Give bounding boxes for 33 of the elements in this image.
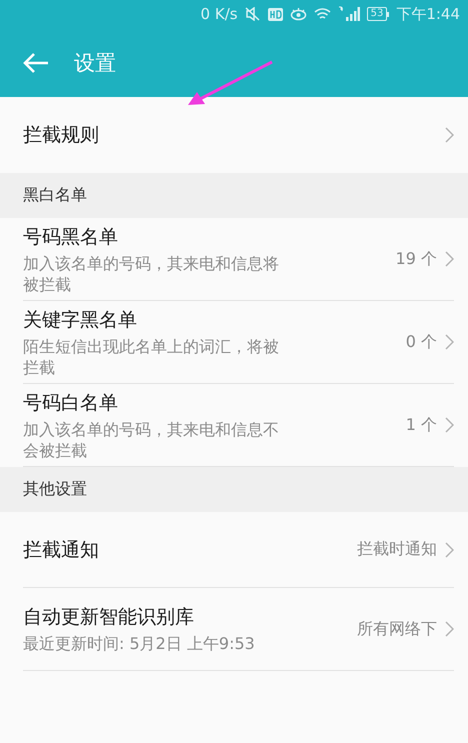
signal-icon	[338, 6, 360, 22]
chevron-right-icon	[445, 127, 454, 143]
setting-title: 关键字黑名单	[23, 308, 138, 332]
eye-icon	[290, 7, 307, 21]
setting-value: 0 个	[406, 332, 437, 352]
setting-title: 自动更新智能识别库	[23, 605, 195, 630]
setting-description: 加入该名单的号码，其来电和信息不会被拦截	[23, 418, 280, 460]
setting-description: 陌生短信出现此名单上的词汇，将被拦截	[23, 336, 280, 378]
section-header: 其他设置	[0, 467, 468, 512]
setting-value: 所有网络下	[357, 618, 437, 640]
setting-value: 19 个	[396, 248, 437, 270]
setting-title: 拦截规则	[23, 123, 100, 148]
chevron-right-icon	[445, 334, 454, 350]
chevron-right-icon	[445, 251, 454, 267]
setting-title: 号码黑名单	[23, 224, 119, 250]
setting-title: 号码白名单	[23, 390, 119, 416]
clock: 下午1:44	[396, 4, 460, 24]
page-title: 设置	[74, 50, 116, 76]
chevron-right-icon	[445, 621, 454, 637]
mute-icon	[244, 7, 261, 21]
setting-title: 拦截通知	[23, 538, 100, 562]
setting-description: 加入该名单的号码，其来电和信息将被拦截	[23, 252, 280, 294]
setting-value: 拦截时通知	[357, 539, 437, 560]
network-speed: 0 K/s	[200, 5, 238, 23]
chevron-right-icon	[445, 542, 454, 558]
chevron-right-icon	[445, 417, 454, 433]
battery-icon: 53	[366, 7, 388, 21]
wifi-icon	[314, 7, 331, 21]
setting-value: 1 个	[406, 414, 437, 436]
section-header: 黑白名单	[0, 173, 468, 218]
setting-description: 最近更新时间: 5月2日 上午9:53	[23, 633, 256, 654]
back-arrow-icon[interactable]	[22, 52, 50, 74]
hd-icon	[268, 8, 283, 20]
